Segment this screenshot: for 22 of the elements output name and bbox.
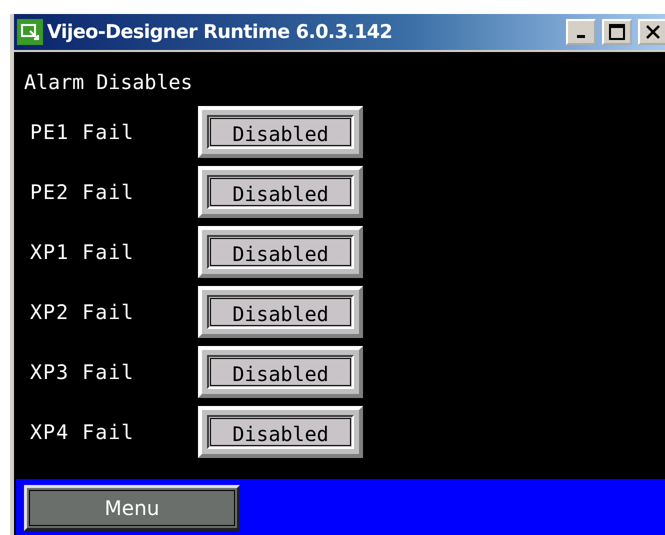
alarm-label: XP3 Fail xyxy=(29,360,136,384)
alarm-label: XP4 Fail xyxy=(29,420,136,444)
disable-toggle-button[interactable]: Disabled xyxy=(198,346,363,398)
disable-toggle-button[interactable]: Disabled xyxy=(198,106,363,158)
screen-heading: Alarm Disables xyxy=(23,69,194,96)
menu-button[interactable]: Menu xyxy=(24,485,240,531)
app-icon xyxy=(17,19,43,45)
disable-toggle-button[interactable]: Disabled xyxy=(198,406,363,458)
maximize-button[interactable] xyxy=(602,19,632,45)
minimize-icon xyxy=(577,35,585,38)
close-icon xyxy=(646,25,660,39)
alarm-label: XP1 Fail xyxy=(29,240,136,264)
disable-toggle-button[interactable]: Disabled xyxy=(198,226,363,278)
alarm-label: XP2 Fail xyxy=(29,300,136,324)
alarm-label: PE2 Fail xyxy=(29,180,136,204)
alarm-label: PE1 Fail xyxy=(29,120,136,144)
disable-toggle-button[interactable]: Disabled xyxy=(198,166,363,218)
window-title: Vijeo-Designer Runtime 6.0.3.142 xyxy=(47,21,394,43)
close-button[interactable] xyxy=(638,19,665,45)
maximize-icon xyxy=(609,24,625,40)
disable-toggle-button[interactable]: Disabled xyxy=(198,286,363,338)
minimize-button[interactable] xyxy=(566,19,596,45)
